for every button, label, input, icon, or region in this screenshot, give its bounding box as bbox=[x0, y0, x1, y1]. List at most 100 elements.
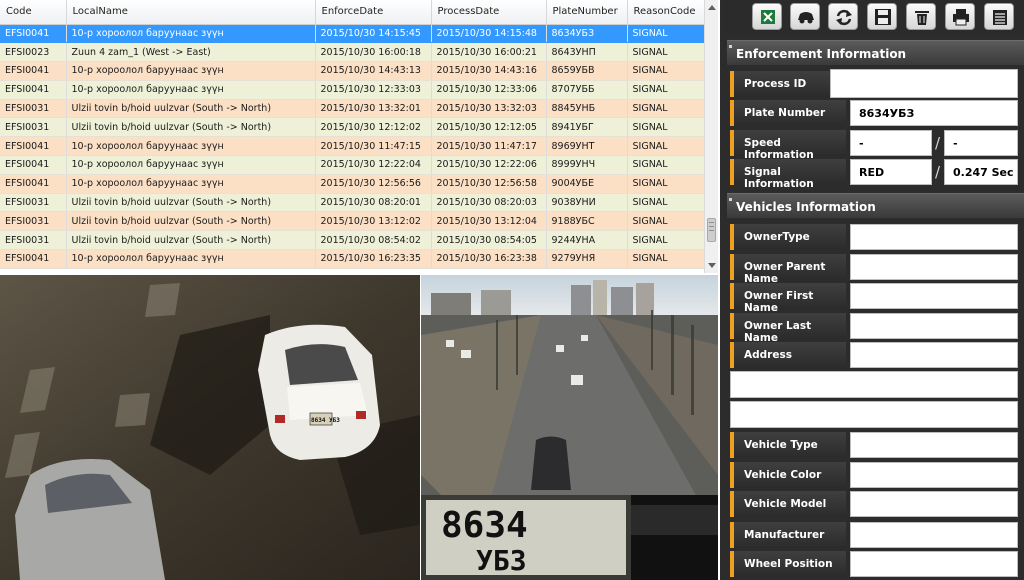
table-scrollbar[interactable] bbox=[704, 0, 718, 273]
cell-enforcedate: 2015/10/30 13:12:02 bbox=[315, 211, 432, 232]
violations-table: Code LocalName EnforceDate ProcessDate P… bbox=[0, 0, 718, 273]
address-line2-field[interactable] bbox=[730, 371, 1018, 398]
cell-reasoncode: SIGNAL bbox=[627, 80, 705, 100]
intersection-overview-image[interactable]: 8634 УБЗ bbox=[421, 275, 718, 580]
cell-platenumber: 8643УНП bbox=[546, 42, 628, 63]
table-row[interactable]: EFSI0041 10-р хороолол баруунаас зүүн 2015… bbox=[0, 155, 705, 175]
address-label: Address bbox=[730, 342, 846, 368]
vehicle-type-field[interactable] bbox=[850, 432, 1018, 458]
cell-platenumber: 8659УБВ bbox=[546, 61, 628, 81]
owner-parent-name-field[interactable] bbox=[850, 254, 1018, 280]
cell-code: EFSI0031 bbox=[0, 230, 67, 251]
cell-processdate: 2015/10/30 08:20:03 bbox=[431, 193, 547, 213]
owner-first-name-field[interactable] bbox=[850, 283, 1018, 309]
address-line3-field[interactable] bbox=[730, 401, 1018, 428]
export-excel-button[interactable] bbox=[752, 3, 782, 30]
table-row[interactable]: EFSI0041 10-р хороолол баруунаас зүүн 2015… bbox=[0, 24, 705, 44]
cell-enforcedate: 2015/10/30 12:22:04 bbox=[315, 155, 432, 175]
print-icon bbox=[953, 9, 969, 26]
plate-number-field[interactable]: 8634УБЗ bbox=[850, 100, 1018, 126]
list-icon bbox=[993, 10, 1007, 25]
cell-processdate: 2015/10/30 11:47:17 bbox=[431, 136, 547, 157]
table-row[interactable]: EFSI0031 Ulzii tovin b/hoid uulzvar (Sout… bbox=[0, 99, 705, 119]
column-header-reasoncode[interactable]: ReasonCode bbox=[627, 0, 705, 25]
column-header-processdate[interactable]: ProcessDate bbox=[431, 0, 547, 25]
wheel-position-label: Wheel Position bbox=[730, 551, 846, 577]
table-row[interactable]: EFSI0031 Ulzii tovin b/hoid uulzvar (Sout… bbox=[0, 211, 705, 232]
delete-button[interactable] bbox=[906, 3, 936, 30]
cell-code: EFSI0031 bbox=[0, 211, 67, 232]
speed-information-label: Speed Information bbox=[730, 130, 846, 161]
cropped-plate-line2: УБЗ bbox=[476, 544, 527, 577]
cell-code: EFSI0041 bbox=[0, 174, 67, 194]
signal-separator: / bbox=[935, 163, 941, 181]
vehicle-color-field[interactable] bbox=[850, 462, 1018, 488]
plate-number-label: Plate Number bbox=[730, 100, 846, 126]
vehicle-color-label: Vehicle Color bbox=[730, 462, 846, 488]
cell-platenumber: 9279УНЯ bbox=[546, 249, 628, 269]
violating-car bbox=[531, 436, 571, 490]
cell-platenumber: 9188УБС bbox=[546, 211, 628, 232]
cell-code: EFSI0041 bbox=[0, 61, 67, 81]
cell-code: EFSI0041 bbox=[0, 80, 67, 100]
signal-state-field[interactable]: RED bbox=[850, 159, 932, 185]
cell-localname: 10-р хороолол баруунаас зүүн bbox=[66, 155, 316, 175]
cell-processdate: 2015/10/30 08:54:05 bbox=[431, 230, 547, 251]
vehicles-section-header: Vehicles Information bbox=[727, 193, 1024, 218]
cell-reasoncode: SIGNAL bbox=[627, 24, 705, 44]
vehicle-model-field[interactable] bbox=[850, 491, 1018, 517]
process-id-field[interactable] bbox=[830, 69, 1018, 98]
car-icon bbox=[798, 12, 814, 24]
table-row[interactable]: EFSI0031 Ulzii tovin b/hoid uulzvar (Sout… bbox=[0, 230, 705, 251]
scroll-up-arrow-icon[interactable] bbox=[708, 5, 716, 10]
speed-value-field[interactable]: - bbox=[850, 130, 932, 156]
cell-localname: 10-р хороолол баруунаас зүүн bbox=[66, 174, 316, 194]
refresh-button[interactable] bbox=[828, 3, 858, 30]
scroll-thumb[interactable] bbox=[707, 218, 716, 242]
save-button[interactable] bbox=[867, 3, 897, 30]
cell-reasoncode: SIGNAL bbox=[627, 211, 705, 232]
cell-platenumber: 9038УНИ bbox=[546, 193, 628, 213]
table-row[interactable]: EFSI0041 10-р хороолол баруунаас зүүн 2015… bbox=[0, 61, 705, 81]
cell-processdate: 2015/10/30 13:32:03 bbox=[431, 99, 547, 119]
cell-platenumber: 8845УНБ bbox=[546, 99, 628, 119]
cell-code: EFSI0031 bbox=[0, 117, 67, 138]
cell-code: EFSI0023 bbox=[0, 42, 67, 63]
refresh-icon bbox=[836, 9, 852, 26]
table-row[interactable]: EFSI0041 10-р хороолол баруунаас зүүн 2015… bbox=[0, 174, 705, 194]
cell-localname: Ulzii tovin b/hoid uulzvar (South -> Nor… bbox=[66, 230, 316, 251]
column-header-localname[interactable]: LocalName bbox=[66, 0, 316, 25]
cell-code: EFSI0041 bbox=[0, 136, 67, 157]
owner-last-name-field[interactable] bbox=[850, 313, 1018, 339]
cell-platenumber: 8999УНЧ bbox=[546, 155, 628, 175]
owner-last-name-label: Owner Last Name bbox=[730, 313, 846, 344]
table-row[interactable]: EFSI0031 Ulzii tovin b/hoid uulzvar (Sout… bbox=[0, 117, 705, 138]
table-row[interactable]: EFSI0023 Zuun 4 zam_1 (West -> East) 2015/… bbox=[0, 42, 705, 63]
cell-localname: 10-р хороолол баруунаас зүүн bbox=[66, 80, 316, 100]
cell-reasoncode: SIGNAL bbox=[627, 117, 705, 138]
table-row[interactable]: EFSI0031 Ulzii tovin b/hoid uulzvar (Sout… bbox=[0, 193, 705, 213]
print-button[interactable] bbox=[945, 3, 975, 30]
cell-enforcedate: 2015/10/30 14:15:45 bbox=[315, 24, 432, 44]
vehicle-button[interactable] bbox=[790, 3, 820, 30]
save-icon bbox=[875, 9, 891, 25]
cell-enforcedate: 2015/10/30 11:47:15 bbox=[315, 136, 432, 157]
table-row[interactable]: EFSI0041 10-р хороолол баруунаас зүүн 2015… bbox=[0, 249, 705, 269]
column-header-code[interactable]: Code bbox=[0, 0, 67, 25]
list-button[interactable] bbox=[984, 3, 1014, 30]
scroll-down-arrow-icon[interactable] bbox=[708, 263, 716, 268]
manufacturer-field[interactable] bbox=[850, 522, 1018, 548]
vehicle-type-label: Vehicle Type bbox=[730, 432, 846, 458]
violation-closeup-image[interactable]: 8634 УБЗ bbox=[0, 275, 420, 580]
signal-information-label: Signal Information bbox=[730, 159, 846, 190]
column-header-platenumber[interactable]: PlateNumber bbox=[546, 0, 628, 25]
table-row[interactable]: EFSI0041 10-р хороолол баруунаас зүүн 2015… bbox=[0, 80, 705, 100]
signal-time-field[interactable]: 0.247 Sec bbox=[944, 159, 1018, 185]
owner-type-field[interactable] bbox=[850, 224, 1018, 250]
address-field[interactable] bbox=[850, 342, 1018, 368]
wheel-position-field[interactable] bbox=[850, 551, 1018, 577]
column-header-enforcedate[interactable]: EnforceDate bbox=[315, 0, 432, 25]
cell-reasoncode: SIGNAL bbox=[627, 249, 705, 269]
speed-limit-field[interactable]: - bbox=[944, 130, 1018, 156]
table-row[interactable]: EFSI0041 10-р хороолол баруунаас зүүн 2015… bbox=[0, 136, 705, 157]
